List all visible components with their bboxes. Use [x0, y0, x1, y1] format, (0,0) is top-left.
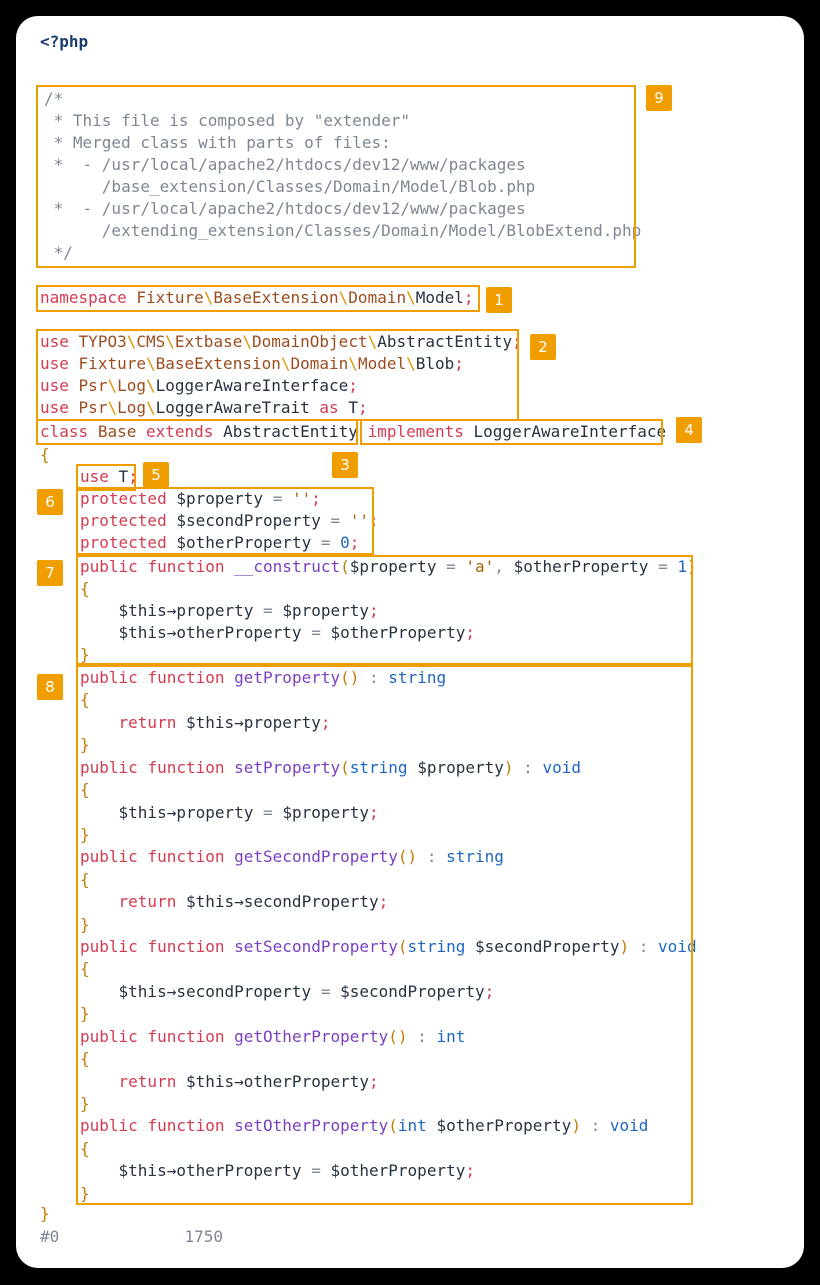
som-badge-9: 9	[646, 85, 672, 111]
som-badge-3: 3	[332, 452, 358, 478]
som-box-9[interactable]	[36, 85, 636, 268]
som-box-8[interactable]	[76, 665, 693, 1205]
som-badge-2: 2	[530, 334, 556, 360]
som-badge-7: 7	[37, 560, 63, 586]
som-box-7[interactable]	[76, 555, 693, 665]
som-badge-6: 6	[37, 489, 63, 515]
som-box-6[interactable]	[76, 487, 374, 555]
annotation-layer: 12 3 4 5 6 7 8 9	[0, 0, 820, 1285]
som-box-1[interactable]	[36, 285, 480, 312]
som-box-3[interactable]	[36, 419, 358, 445]
som-badge-1: 1	[486, 287, 512, 313]
som-badge-5: 5	[143, 462, 169, 488]
som-badge-8: 8	[37, 674, 63, 700]
som-box-2[interactable]	[36, 329, 519, 421]
som-box-4[interactable]	[360, 419, 663, 445]
som-badge-4: 4	[676, 417, 702, 443]
